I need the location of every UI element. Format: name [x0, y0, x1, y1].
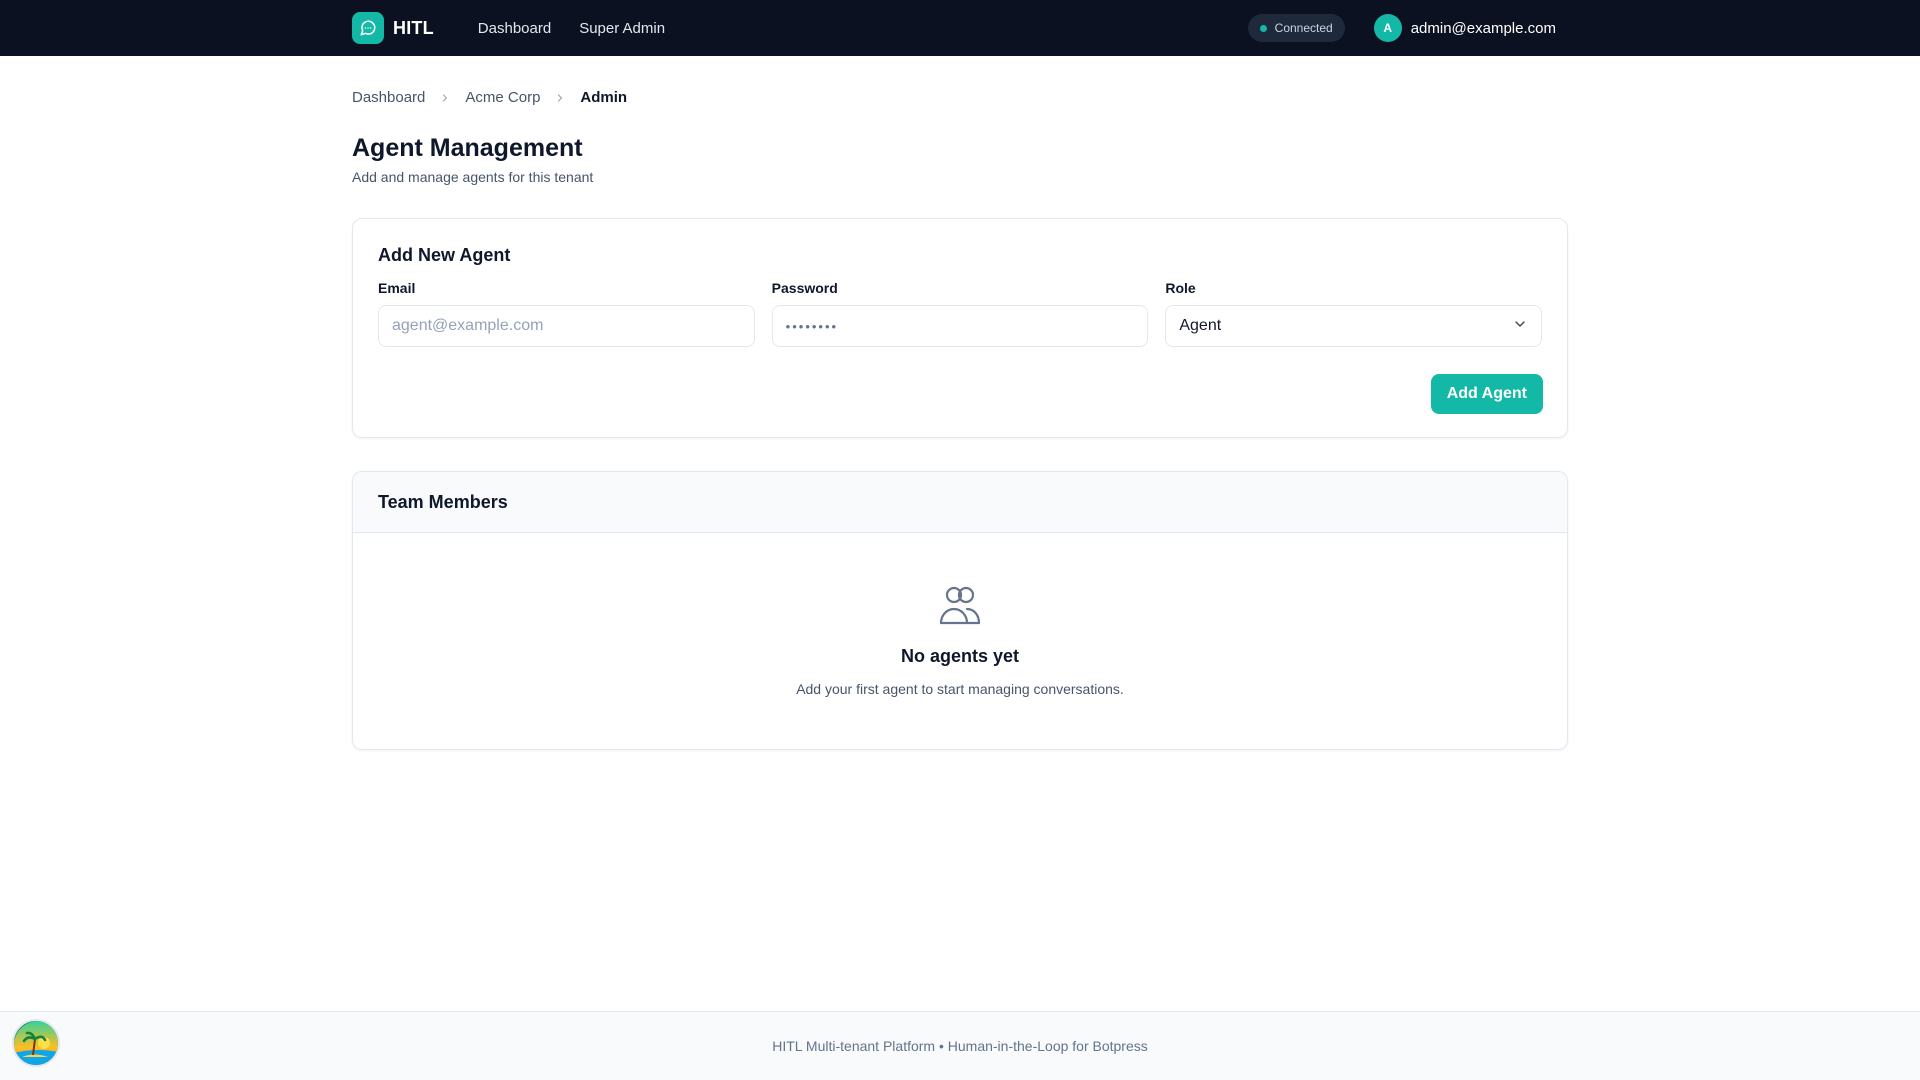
breadcrumb-acme-corp[interactable]: Acme Corp — [465, 89, 540, 106]
role-label: Role — [1165, 280, 1196, 296]
role-select[interactable]: Agent — [1165, 305, 1543, 347]
top-navbar: HITL Dashboard Super Admin Connected A a… — [0, 0, 1920, 56]
nav-link-super-admin[interactable]: Super Admin — [579, 20, 665, 37]
breadcrumb-admin: Admin — [580, 89, 628, 106]
add-agent-form: Email Password Role Agent — [378, 280, 1543, 347]
footer: HITL Multi-tenant Platform • Human-in-th… — [0, 1011, 1920, 1080]
users-icon — [938, 583, 982, 632]
password-field[interactable] — [771, 305, 1149, 347]
email-field-group: Email — [378, 280, 755, 347]
brand-name: HITL — [393, 17, 434, 38]
nav-links: Dashboard Super Admin — [478, 20, 665, 37]
empty-state: No agents yet Add your first agent to st… — [353, 533, 1567, 749]
empty-state-title: No agents yet — [900, 646, 1020, 666]
password-field-group: Password — [771, 280, 1149, 347]
role-select-value: Agent — [1179, 317, 1222, 334]
chat-bubble-icon — [352, 12, 384, 44]
chevron-right-icon — [554, 92, 566, 104]
chevron-down-icon — [1512, 316, 1528, 337]
breadcrumb-dashboard[interactable]: Dashboard — [352, 89, 425, 106]
footer-text: HITL Multi-tenant Platform • Human-in-th… — [772, 1038, 1148, 1054]
add-agent-card: Add New Agent Email Password Role Agent — [352, 218, 1568, 438]
nav-right: Connected A admin@example.com — [1247, 14, 1568, 42]
email-label: Email — [378, 280, 416, 296]
team-members-title: Team Members — [378, 491, 508, 512]
chevron-right-icon — [439, 92, 451, 104]
island-badge-icon[interactable] — [12, 1019, 60, 1067]
user-email: admin@example.com — [1410, 19, 1556, 37]
page-subtitle: Add and manage agents for this tenant — [352, 169, 594, 185]
add-agent-button[interactable]: Add Agent — [1430, 374, 1543, 414]
breadcrumb: Dashboard Acme Corp Admin — [352, 89, 1568, 106]
main-content: Dashboard Acme Corp Admin Agent Manageme… — [352, 56, 1568, 750]
status-dot-icon — [1259, 24, 1267, 32]
role-field-group: Role Agent — [1165, 280, 1543, 347]
team-members-header: Team Members — [353, 472, 1567, 533]
page-title: Agent Management — [352, 134, 583, 162]
nav-link-dashboard[interactable]: Dashboard — [478, 20, 551, 37]
connection-status-text: Connected — [1274, 21, 1333, 35]
password-label: Password — [771, 280, 838, 296]
user-menu[interactable]: A admin@example.com — [1373, 14, 1556, 42]
empty-state-description: Add your first agent to start managing c… — [796, 681, 1124, 697]
avatar: A — [1373, 14, 1402, 42]
brand[interactable]: HITL — [352, 12, 434, 44]
add-agent-title: Add New Agent — [378, 245, 511, 265]
email-field[interactable] — [378, 305, 755, 347]
connection-status-badge: Connected — [1247, 14, 1345, 42]
team-members-card: Team Members No agents yet Add your firs… — [352, 471, 1568, 750]
navbar-inner: HITL Dashboard Super Admin Connected A a… — [352, 0, 1568, 56]
